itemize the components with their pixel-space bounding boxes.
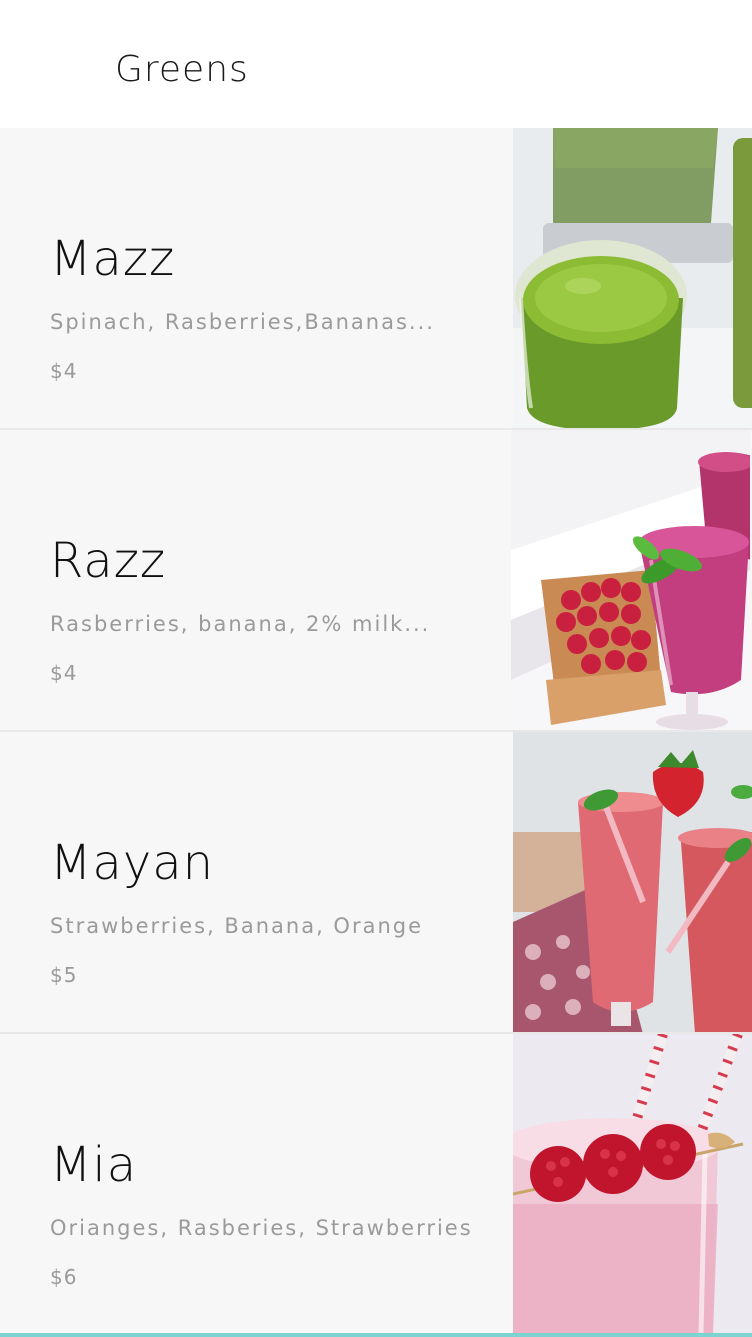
menu-item-razz[interactable]: Razz Rasberries, banana, 2% milk... $4 [0, 430, 752, 732]
green-smoothie-photo [513, 128, 752, 428]
berry-smoothie-photo [511, 430, 750, 730]
item-description: Orianges, Rasberies, Strawberries [50, 1216, 473, 1240]
item-price: $6 [50, 1265, 78, 1289]
item-price: $4 [50, 661, 78, 685]
header: Greens [0, 0, 752, 128]
menu-item-mia[interactable]: Mia Orianges, Rasberies, Strawberries $6 [0, 1034, 752, 1337]
item-description: Spinach, Rasberries,Bananas... [50, 310, 435, 334]
item-price: $5 [50, 963, 78, 987]
item-name: Mia [50, 1137, 138, 1193]
item-name: Razz [50, 533, 167, 589]
item-price: $4 [50, 359, 78, 383]
page-title: Greens [115, 49, 249, 90]
item-name: Mazz [50, 231, 176, 287]
item-description: Strawberries, Banana, Orange [50, 914, 424, 938]
pink-smoothie-photo [513, 1034, 752, 1333]
menu-item-mazz[interactable]: Mazz Spinach, Rasberries,Bananas... $4 [0, 128, 752, 430]
strawberry-smoothie-photo [513, 732, 752, 1032]
item-name: Mayan [50, 835, 215, 891]
menu-item-mayan[interactable]: Mayan Strawberries, Banana, Orange $5 [0, 732, 752, 1034]
item-description: Rasberries, banana, 2% milk... [50, 612, 431, 636]
